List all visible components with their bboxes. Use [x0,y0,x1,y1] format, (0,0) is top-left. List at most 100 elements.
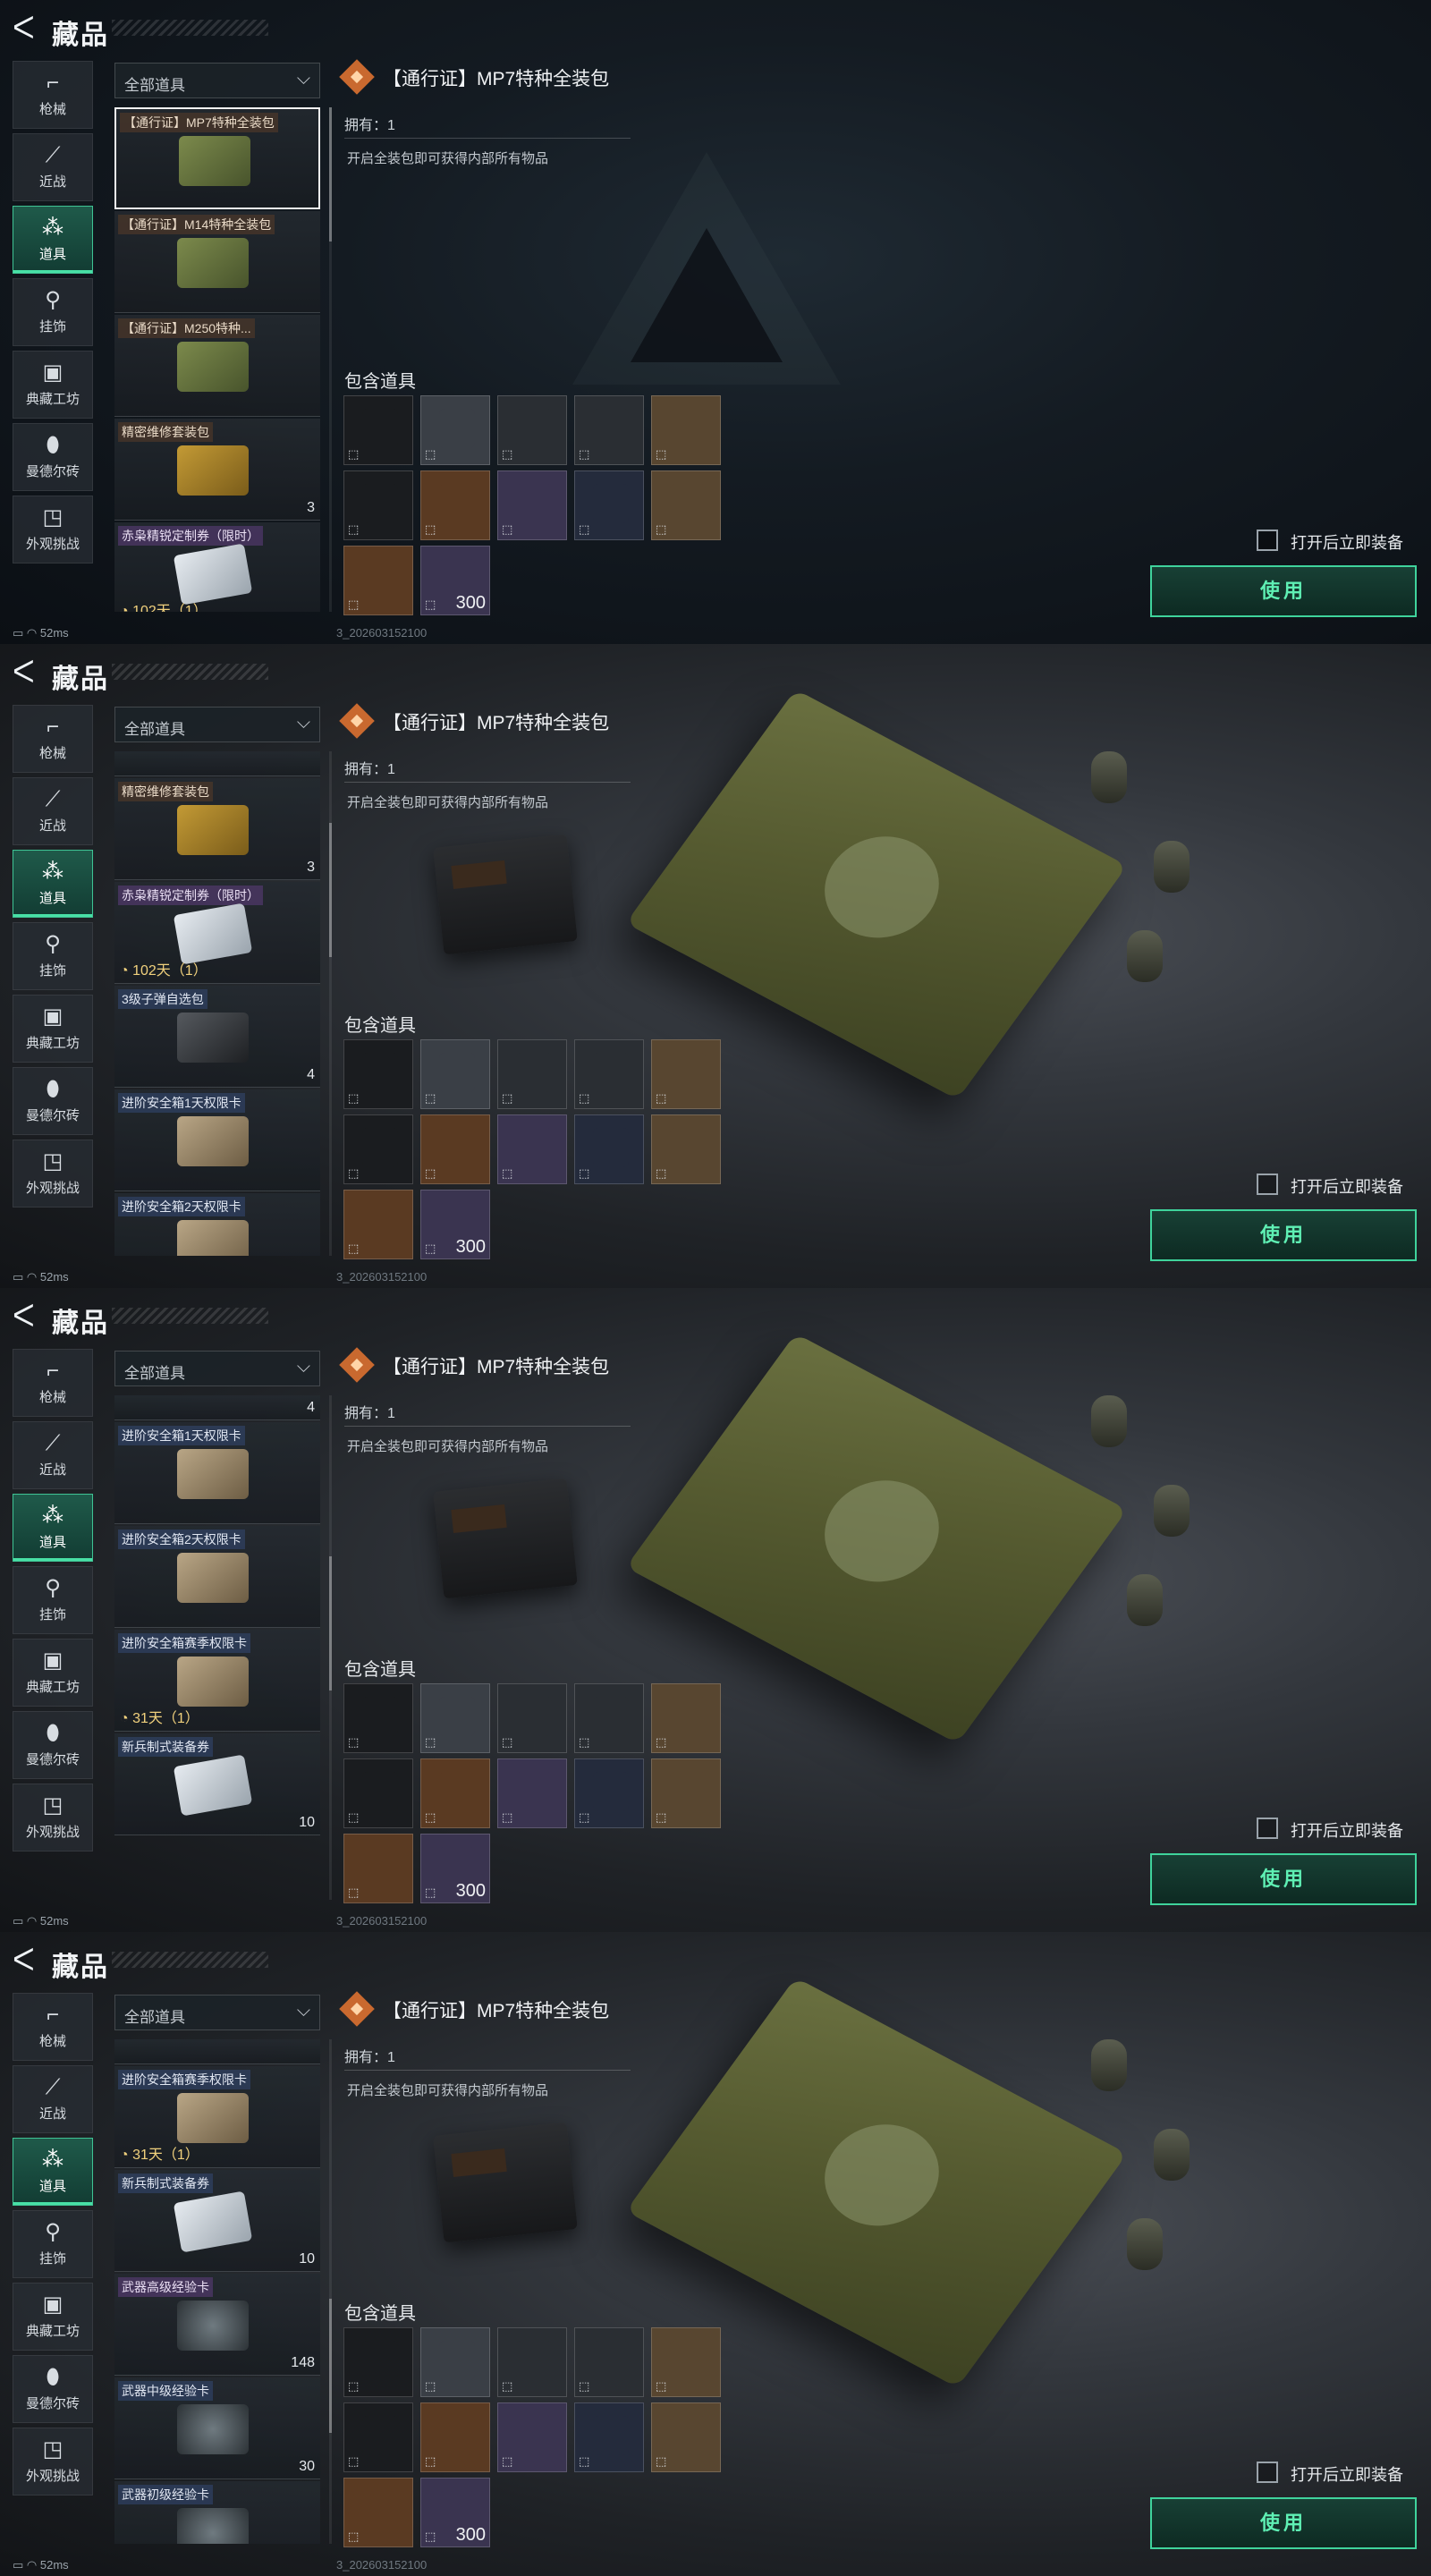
nav-item-3[interactable]: ⁂ 道具 [13,850,93,918]
content-item-slot[interactable]: ⬚ [420,1039,490,1109]
content-item-slot[interactable]: ⬚ [651,1758,721,1828]
nav-item-7[interactable]: ◳ 外观挑战 [13,1140,93,1208]
list-item[interactable]: 4 [114,1395,320,1420]
use-button[interactable]: 使用 [1150,2497,1417,2549]
content-item-slot[interactable]: ⬚ [651,1683,721,1753]
list-item[interactable]: 赤枭精锐定制券（限时） ◔ 102天（1） [114,882,320,984]
nav-item-1[interactable]: ⌐ 枪械 [13,705,93,773]
content-item-slot[interactable]: ⬚ [651,1114,721,1184]
nav-item-6[interactable]: ⬮ 曼德尔砖 [13,1711,93,1779]
nav-item-4[interactable]: ⚲ 挂饰 [13,2210,93,2278]
nav-item-1[interactable]: ⌐ 枪械 [13,61,93,129]
use-button[interactable]: 使用 [1150,1853,1417,1905]
content-item-slot[interactable]: ⬚ [651,470,721,540]
nav-item-4[interactable]: ⚲ 挂饰 [13,278,93,346]
nav-item-4[interactable]: ⚲ 挂饰 [13,1566,93,1634]
content-item-slot[interactable]: ⬚ [574,395,644,465]
list-item[interactable] [114,751,320,776]
nav-item-2[interactable]: ⟋ 近战 [13,2065,93,2133]
content-item-slot[interactable]: ⬚ [343,546,413,615]
nav-item-7[interactable]: ◳ 外观挑战 [13,496,93,564]
content-item-slot[interactable]: ⬚ [420,1114,490,1184]
content-item-slot[interactable]: ⬚ [497,395,567,465]
content-item-slot[interactable]: ⬚ [420,2327,490,2397]
auto-equip-checkbox[interactable] [1257,1818,1278,1839]
nav-item-2[interactable]: ⟋ 近战 [13,777,93,845]
list-item[interactable]: 【通行证】MP7特种全装包 [114,107,320,209]
content-item-slot[interactable]: ⬚ [343,2402,413,2472]
content-item-slot[interactable]: ⬚ [343,1758,413,1828]
content-item-slot[interactable]: ⬚ [497,470,567,540]
nav-item-1[interactable]: ⌐ 枪械 [13,1993,93,2061]
list-item[interactable]: 进阶安全箱赛季权限卡 ◔ 31天（1） [114,2066,320,2168]
content-item-slot[interactable]: ⬚ [574,470,644,540]
nav-item-7[interactable]: ◳ 外观挑战 [13,2428,93,2496]
list-item[interactable]: 进阶安全箱赛季权限卡 ◔ 31天（1） [114,1630,320,1732]
content-item-slot[interactable]: ⬚ [343,395,413,465]
category-filter-dropdown[interactable]: 全部道具 ⌵ [114,63,320,98]
list-scrollbar-thumb[interactable] [329,107,332,242]
auto-equip-checkbox[interactable] [1257,2462,1278,2483]
content-item-slot[interactable]: ⬚ [343,1190,413,1259]
nav-item-1[interactable]: ⌐ 枪械 [13,1349,93,1417]
content-item-slot[interactable]: ⬚ [420,1758,490,1828]
content-item-slot[interactable]: ⬚ [343,1039,413,1109]
nav-item-2[interactable]: ⟋ 近战 [13,133,93,201]
list-item[interactable]: 进阶安全箱1天权限卡 [114,1422,320,1524]
content-item-slot[interactable]: ⬚ [343,1834,413,1903]
nav-item-6[interactable]: ⬮ 曼德尔砖 [13,423,93,491]
content-item-slot[interactable]: ⬚ [343,1683,413,1753]
list-item[interactable]: 武器初级经验卡 [114,2481,320,2544]
nav-item-6[interactable]: ⬮ 曼德尔砖 [13,2355,93,2423]
list-item[interactable]: 进阶安全箱2天权限卡 [114,1526,320,1628]
content-item-slot[interactable]: ⬚ [651,2402,721,2472]
category-filter-dropdown[interactable]: 全部道具 ⌵ [114,707,320,742]
content-item-slot[interactable]: ⬚ [497,1039,567,1109]
content-item-slot[interactable]: ⬚ [497,2402,567,2472]
list-item[interactable]: 进阶安全箱2天权限卡 [114,1193,320,1256]
list-item[interactable]: 进阶安全箱1天权限卡 [114,1089,320,1191]
use-button[interactable]: 使用 [1150,1209,1417,1261]
nav-item-5[interactable]: ▣ 典藏工坊 [13,2283,93,2351]
content-item-slot[interactable]: ⬚ [420,395,490,465]
content-item-slot[interactable]: ⬚ [497,1758,567,1828]
nav-item-3[interactable]: ⁂ 道具 [13,2138,93,2206]
content-item-slot[interactable]: ⬚ [574,2402,644,2472]
list-item[interactable]: 赤枭精锐定制券（限时） ◔ 102天（1） [114,522,320,612]
content-item-slot[interactable]: ⬚ [651,1039,721,1109]
list-item[interactable] [114,2039,320,2064]
use-button[interactable]: 使用 [1150,565,1417,617]
auto-equip-checkbox[interactable] [1257,1174,1278,1195]
nav-item-7[interactable]: ◳ 外观挑战 [13,1784,93,1852]
list-item[interactable]: 新兵制式装备券 10 [114,2170,320,2272]
content-item-slot[interactable]: ⬚ [497,2327,567,2397]
list-item[interactable]: 【通行证】M250特种... [114,315,320,417]
category-filter-dropdown[interactable]: 全部道具 ⌵ [114,1995,320,2030]
auto-equip-checkbox[interactable] [1257,530,1278,551]
content-item-slot[interactable]: ⬚ [343,470,413,540]
back-arrow-icon[interactable]: ᐸ [13,1301,35,1333]
list-item[interactable]: 【通行证】M14特种全装包 [114,211,320,313]
nav-item-5[interactable]: ▣ 典藏工坊 [13,1639,93,1707]
back-arrow-icon[interactable]: ᐸ [13,13,35,45]
content-item-slot[interactable]: ⬚ [574,2327,644,2397]
category-filter-dropdown[interactable]: 全部道具 ⌵ [114,1351,320,1386]
content-item-slot[interactable]: ⬚ [651,2327,721,2397]
list-item[interactable]: 3级子弹自选包 4 [114,986,320,1088]
nav-item-5[interactable]: ▣ 典藏工坊 [13,995,93,1063]
content-item-slot[interactable]: ⬚ 300 [420,1190,490,1259]
content-item-slot[interactable]: ⬚ 300 [420,2478,490,2547]
back-arrow-icon[interactable]: ᐸ [13,1945,35,1977]
list-scrollbar-thumb[interactable] [329,2299,332,2433]
list-item[interactable]: 精密维修套装包 3 [114,778,320,880]
back-arrow-icon[interactable]: ᐸ [13,657,35,689]
content-item-slot[interactable]: ⬚ [574,1114,644,1184]
content-item-slot[interactable]: ⬚ [343,1114,413,1184]
content-item-slot[interactable]: ⬚ [420,1683,490,1753]
nav-item-4[interactable]: ⚲ 挂饰 [13,922,93,990]
list-item[interactable]: 精密维修套装包 3 [114,419,320,521]
content-item-slot[interactable]: ⬚ [651,395,721,465]
list-scrollbar-thumb[interactable] [329,823,332,957]
content-item-slot[interactable]: ⬚ [574,1683,644,1753]
nav-item-5[interactable]: ▣ 典藏工坊 [13,351,93,419]
